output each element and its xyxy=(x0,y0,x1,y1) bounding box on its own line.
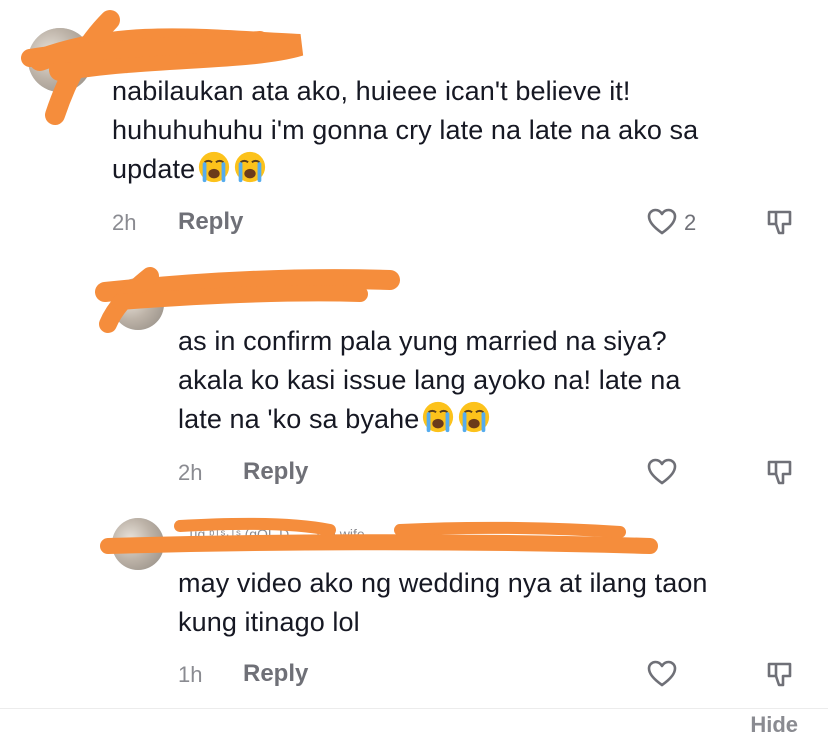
comment-text-line: kung itinago lol xyxy=(178,607,360,637)
avatar[interactable] xyxy=(112,278,164,330)
comment-text-line: akala ko kasi issue lang ayoko na! late … xyxy=(178,365,681,395)
avatar[interactable] xyxy=(112,518,164,570)
comment-text: nabilaukan ata ako, huieee ican't believ… xyxy=(112,72,812,189)
comment-text-line: update xyxy=(112,150,812,189)
comment-text-line: nabilaukan ata ako, huieee ican't believ… xyxy=(112,76,631,106)
dislike-icon[interactable] xyxy=(764,658,796,690)
hide-button[interactable]: Hide xyxy=(750,712,798,735)
next-card-edge xyxy=(0,708,828,735)
reply-button[interactable]: Reply xyxy=(243,660,308,688)
comment-time: 2h xyxy=(178,460,203,485)
loudly-crying-face-emoji xyxy=(457,400,491,434)
comment-text-line: may video ako ng wedding nya at ilang ta… xyxy=(178,568,708,598)
comment-time: 1h xyxy=(178,662,203,687)
comment-text: may video ako ng wedding nya at ilang ta… xyxy=(178,564,808,642)
loudly-crying-face-emoji xyxy=(421,400,455,434)
comment-time: 2h xyxy=(112,210,137,235)
reply-button[interactable]: Reply xyxy=(243,458,308,486)
comment-text-line-end: late na 'ko sa byahe xyxy=(178,404,420,434)
username[interactable]: ...ie. xyxy=(178,288,418,304)
username[interactable]: ...ug ᵇᵀˢ·ᵀˢ (gOL D... ...ton wife xyxy=(178,526,648,542)
comment-text-line: huhuhuhuhu i'm gonna cry late na late na… xyxy=(112,115,699,145)
heart-outline-icon[interactable] xyxy=(646,456,678,488)
comment-text-line-end: update xyxy=(112,154,196,184)
like-count: 2 xyxy=(684,210,697,235)
comment-text: as in confirm pala yung married na siya?… xyxy=(178,322,808,439)
dislike-icon[interactable] xyxy=(764,206,796,238)
loudly-crying-face-emoji xyxy=(233,150,267,184)
dislike-icon[interactable] xyxy=(764,456,796,488)
loudly-crying-face-emoji xyxy=(197,150,231,184)
heart-outline-icon[interactable] xyxy=(646,206,678,238)
reply-button[interactable]: Reply xyxy=(178,208,243,236)
avatar[interactable] xyxy=(28,28,92,92)
heart-outline-icon[interactable] xyxy=(646,658,678,690)
comment-text-line: late na 'ko sa byahe xyxy=(178,400,808,439)
comment-text-line: as in confirm pala yung married na siya? xyxy=(178,326,667,356)
